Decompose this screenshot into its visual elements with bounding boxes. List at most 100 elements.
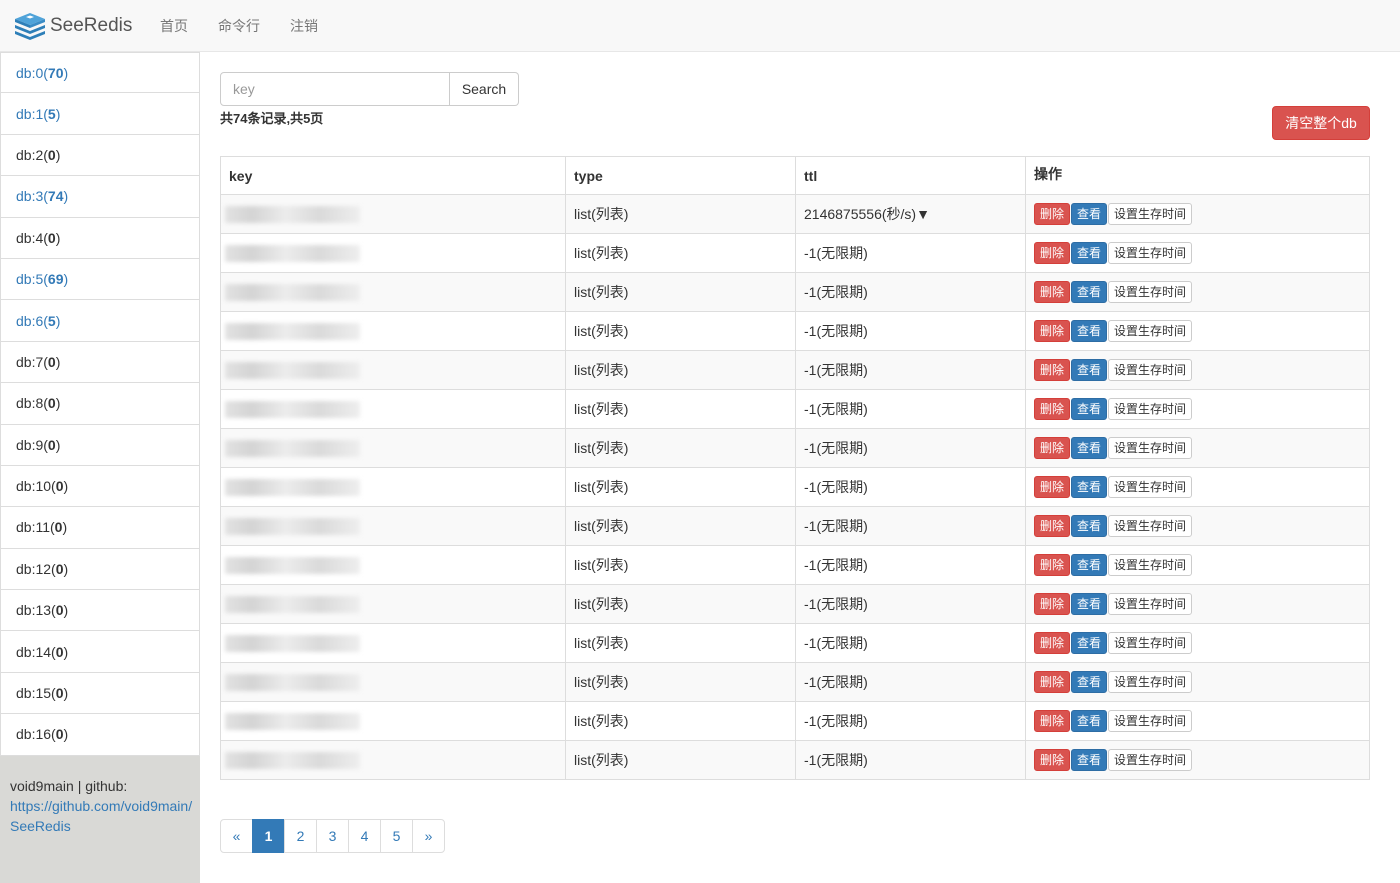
sidebar-item-db-6[interactable]: db:6(5) [0,300,200,342]
db-count: 0 [55,602,64,619]
page-1-button[interactable]: 1 [252,819,285,853]
db-name: db:13 [16,602,52,619]
sidebar-item-db-9[interactable]: db:9(0) [0,424,200,466]
redacted-key [225,556,360,574]
sidebar-item-db-2[interactable]: db:2(0) [0,134,200,177]
delete-button[interactable]: 删除 [1034,632,1071,654]
sidebar-item-db-5[interactable]: db:5(69) [0,258,200,301]
cell-ttl: -1(无限期) [795,506,1026,546]
sidebar-item-db-16[interactable]: db:16(0) [0,714,200,756]
nav-home[interactable]: 首页 [145,0,203,52]
set-ttl-button[interactable]: 设置生存时间 [1108,671,1193,693]
view-button[interactable]: 查看 [1071,359,1108,381]
page-5-button[interactable]: 5 [380,819,413,853]
delete-button[interactable]: 删除 [1034,320,1071,342]
cell-ttl: -1(无限期) [795,428,1026,468]
nav-console[interactable]: 命令行 [203,0,275,52]
set-ttl-button[interactable]: 设置生存时间 [1108,359,1193,381]
sidebar-item-db-3[interactable]: db:3(74) [0,176,200,218]
page-3-button[interactable]: 3 [316,819,349,853]
sidebar-item-db-12[interactable]: db:12(0) [0,548,200,591]
set-ttl-button[interactable]: 设置生存时间 [1108,242,1193,264]
delete-button[interactable]: 删除 [1034,359,1071,381]
cell-key [220,272,566,312]
set-ttl-button[interactable]: 设置生存时间 [1108,515,1193,537]
sidebar-item-db-8[interactable]: db:8(0) [0,383,200,425]
view-button[interactable]: 查看 [1071,749,1108,771]
table-row: list(列表) -1(无限期) 删除 查看 设置生存时间 [220,272,1370,312]
delete-button[interactable]: 删除 [1034,593,1071,615]
delete-button[interactable]: 删除 [1034,242,1071,264]
search-button[interactable]: Search [450,72,519,106]
db-count: 0 [47,146,56,163]
set-ttl-button[interactable]: 设置生存时间 [1108,398,1193,420]
cell-actions: 删除 查看 设置生存时间 [1025,623,1370,663]
sidebar-item-db-15[interactable]: db:15(0) [0,672,200,715]
paren-close: ) [55,436,61,453]
sidebar-item-db-0[interactable]: db:0(70) [0,52,200,94]
cell-type: list(列表) [565,623,796,663]
delete-button[interactable]: 删除 [1034,515,1071,537]
db-name: db:3 [16,188,44,205]
view-button[interactable]: 查看 [1071,281,1108,303]
sidebar-item-db-10[interactable]: db:10(0) [0,465,200,508]
set-ttl-button[interactable]: 设置生存时间 [1108,632,1193,654]
db-name: db:7 [16,353,44,370]
sidebar-item-db-11[interactable]: db:11(0) [0,507,200,549]
delete-button[interactable]: 删除 [1034,281,1071,303]
view-button[interactable]: 查看 [1071,320,1108,342]
nav-logout[interactable]: 注销 [275,0,333,52]
cell-actions: 删除 查看 设置生存时间 [1025,194,1370,234]
sidebar-item-db-4[interactable]: db:4(0) [0,217,200,259]
view-button[interactable]: 查看 [1071,203,1108,225]
set-ttl-button[interactable]: 设置生存时间 [1108,749,1193,771]
sidebar-item-db-1[interactable]: db:1(5) [0,93,200,135]
set-ttl-button[interactable]: 设置生存时间 [1108,320,1193,342]
page-next-button[interactable]: » [412,819,445,853]
db-count: 0 [54,519,63,536]
view-button[interactable]: 查看 [1071,593,1108,615]
search-input[interactable] [220,72,450,106]
view-button[interactable]: 查看 [1071,515,1108,537]
cell-ttl: -1(无限期) [795,272,1026,312]
view-button[interactable]: 查看 [1071,398,1108,420]
db-name: db:6 [16,312,44,329]
set-ttl-button[interactable]: 设置生存时间 [1108,710,1193,732]
cell-type: list(列表) [565,662,796,702]
set-ttl-button[interactable]: 设置生存时间 [1108,593,1193,615]
set-ttl-button[interactable]: 设置生存时间 [1108,437,1193,459]
delete-button[interactable]: 删除 [1034,671,1071,693]
delete-button[interactable]: 删除 [1034,554,1071,576]
set-ttl-button[interactable]: 设置生存时间 [1108,554,1193,576]
view-button[interactable]: 查看 [1071,437,1108,459]
view-button[interactable]: 查看 [1071,710,1108,732]
delete-button[interactable]: 删除 [1034,749,1071,771]
set-ttl-button[interactable]: 设置生存时间 [1108,203,1193,225]
delete-button[interactable]: 删除 [1034,398,1071,420]
delete-button[interactable]: 删除 [1034,710,1071,732]
delete-button[interactable]: 删除 [1034,476,1071,498]
cell-actions: 删除 查看 设置生存时间 [1025,272,1370,312]
cell-key [220,584,566,624]
brand-link[interactable]: SeeRedis [14,8,132,44]
view-button[interactable]: 查看 [1071,554,1108,576]
navbar: SeeRedis 首页 命令行 注销 [0,0,1400,52]
set-ttl-button[interactable]: 设置生存时间 [1108,476,1193,498]
set-ttl-button[interactable]: 设置生存时间 [1108,281,1193,303]
delete-button[interactable]: 删除 [1034,437,1071,459]
view-button[interactable]: 查看 [1071,671,1108,693]
page-2-button[interactable]: 2 [284,819,317,853]
delete-button[interactable]: 删除 [1034,203,1071,225]
sidebar-item-db-7[interactable]: db:7(0) [0,341,200,384]
view-button[interactable]: 查看 [1071,242,1108,264]
sidebar-item-db-13[interactable]: db:13(0) [0,590,200,632]
view-button[interactable]: 查看 [1071,476,1108,498]
page-prev-button[interactable]: « [220,819,253,853]
clear-db-button[interactable]: 清空整个db [1272,106,1370,140]
table-row: list(列表) -1(无限期) 删除 查看 设置生存时间 [220,311,1370,351]
cell-ttl: -1(无限期) [795,467,1026,507]
sidebar-item-db-14[interactable]: db:14(0) [0,631,200,673]
github-link[interactable]: https://github.com/void9main/SeeRedis [10,798,192,834]
page-4-button[interactable]: 4 [348,819,381,853]
view-button[interactable]: 查看 [1071,632,1108,654]
